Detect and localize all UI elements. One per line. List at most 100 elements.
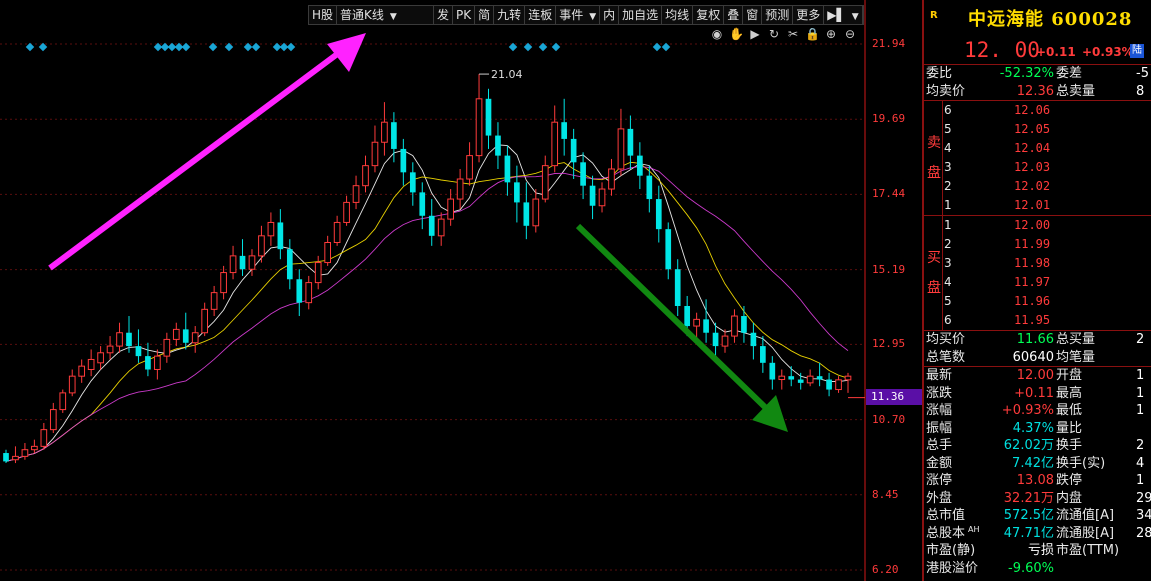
book-level-row[interactable]: 4 12.04: [924, 139, 1151, 158]
book-level-row[interactable]: 1 12.00: [924, 216, 1151, 235]
toolbar-button-11[interactable]: 复权: [693, 6, 725, 24]
kline-chart-area[interactable]: 21.04 H股 普通K线 ▼ 发 PK 简九转 连板 事件 ▼ 内加自选 均线 复权叠窗预测 更多 ▶▌…: [0, 0, 925, 581]
toolbar-button-14[interactable]: 预测: [762, 6, 794, 24]
toolbar-button-5[interactable]: 九转: [494, 6, 526, 24]
candle-body: [267, 221, 275, 237]
toolbar-button-13[interactable]: 窗: [743, 6, 763, 24]
book-level-row[interactable]: 6 12.06: [924, 101, 1151, 120]
toolbar-button-7[interactable]: 事件 ▼: [556, 6, 601, 24]
hand-icon[interactable]: ✋: [729, 27, 744, 41]
level-price: 11.97: [1014, 275, 1051, 289]
uptrend-arrow-icon: [48, 49, 342, 271]
level-price: 12.01: [1014, 198, 1051, 212]
order-summary-mid: 均买价 11.66 总买量 2 总笔数 60640 均笔量: [924, 331, 1151, 366]
book-level-row[interactable]: 5 11.96: [924, 292, 1151, 311]
book-level-row[interactable]: 1 12.01: [924, 196, 1151, 215]
book-level-row[interactable]: 5 12.05: [924, 120, 1151, 139]
quote-label: 总手: [926, 438, 953, 453]
event-marker-icon: [661, 42, 671, 52]
candle-body: [362, 165, 369, 187]
candle-body: [551, 121, 559, 167]
toolbar-button-3[interactable]: PK: [453, 6, 476, 24]
quote-value: 4: [1136, 455, 1145, 471]
toolbar-button-4[interactable]: 简: [475, 6, 495, 24]
zoom-out-icon[interactable]: ⊖: [843, 27, 857, 41]
candle-body: [627, 128, 634, 156]
quote-label: 外盘: [926, 490, 953, 506]
quote-label: 涨幅: [926, 403, 953, 418]
candlestick-chart[interactable]: 21.04: [0, 0, 922, 581]
lock-icon[interactable]: 🔒: [805, 27, 820, 41]
axis-tick-label: 6.20: [872, 563, 899, 576]
candle-body: [191, 332, 199, 344]
scissors-icon[interactable]: ✂: [786, 27, 800, 41]
connect-badge[interactable]: 陆: [1130, 44, 1144, 58]
toolbar-button-15[interactable]: 更多: [793, 6, 825, 24]
zoom-in-icon[interactable]: ⊕: [824, 27, 838, 41]
book-level-row[interactable]: 3 11.98: [924, 254, 1151, 273]
toolbar-button-6[interactable]: 连板: [525, 6, 557, 24]
level-number: 5: [944, 122, 952, 136]
candle-body: [126, 332, 132, 347]
candle-body: [286, 249, 293, 280]
candle-body: [409, 172, 416, 193]
book-level-row[interactable]: 4 11.97: [924, 273, 1151, 292]
candle-body: [806, 375, 814, 384]
quote-value: 60640: [1012, 349, 1054, 365]
candle-body: [495, 135, 501, 156]
level-price: 12.02: [1014, 179, 1051, 193]
toolbar-button-16[interactable]: ▶▌ ▼: [824, 6, 863, 24]
level-number: 3: [944, 160, 952, 174]
level-price: 11.98: [1014, 256, 1051, 270]
quote-value: +0.93%: [1001, 403, 1054, 418]
quote-label: 量比: [1056, 420, 1083, 436]
level-number: 4: [944, 275, 952, 289]
quote-label: 涨跌: [926, 385, 953, 401]
toolbar-button-1[interactable]: 普通K线 ▼: [337, 6, 435, 24]
level-price: 12.05: [1014, 122, 1051, 136]
candle-body: [78, 365, 86, 377]
eye-icon[interactable]: ◉: [710, 27, 724, 41]
cycle-icon[interactable]: ↻: [767, 27, 781, 41]
candle-body: [778, 375, 786, 381]
quote-row: 涨停 13.08 跌停 1: [924, 472, 1151, 490]
level-number: 6: [944, 103, 952, 117]
candle-body: [712, 332, 719, 347]
candle-body: [145, 356, 151, 370]
candle-body: [343, 201, 350, 223]
play-icon[interactable]: ▶: [748, 27, 762, 41]
quote-label: 市盈(静): [926, 543, 976, 558]
level-price: 11.96: [1014, 294, 1051, 308]
quote-row: 总手 62.02万 换手 2: [924, 437, 1151, 455]
axis-tick-label: 15.19: [872, 262, 906, 276]
candle-body: [182, 329, 189, 343]
toolbar-button-0[interactable]: H股: [309, 6, 338, 24]
stock-name[interactable]: 中远海能 600028: [968, 5, 1132, 31]
order-summary-top: 委比 -52.32% 委差 -5 均卖价 12.36 总卖量 8: [924, 65, 1151, 100]
book-level-row[interactable]: 2 11.99: [924, 235, 1151, 254]
price-pct: +0.93%: [1082, 45, 1134, 59]
toolbar-button-9[interactable]: 加自选: [619, 6, 663, 24]
book-level-row[interactable]: 2 12.02: [924, 177, 1151, 196]
candle-body: [400, 148, 407, 173]
toolbar-label: 预测: [765, 8, 790, 22]
toolbar-button-12[interactable]: 叠: [724, 6, 744, 24]
market-label: R: [930, 10, 938, 21]
toolbar-button-10[interactable]: 均线: [662, 6, 694, 24]
quote-value: 2: [1136, 332, 1145, 347]
candle-body: [608, 168, 615, 190]
quote-label: 最低: [1056, 403, 1083, 418]
candle-body: [3, 453, 9, 462]
level-number: 2: [944, 237, 952, 251]
toolbar-button-8[interactable]: 内: [600, 6, 620, 24]
book-level-row[interactable]: 3 12.03: [924, 158, 1151, 177]
candle-body: [788, 376, 795, 380]
candle-body: [248, 255, 256, 270]
event-marker-icon: [251, 42, 261, 52]
book-level-row[interactable]: 6 11.95: [924, 311, 1151, 330]
toolbar-button-2[interactable]: 发: [434, 6, 454, 24]
candle-body: [541, 165, 549, 200]
quote-label: 流通股[A]: [1056, 525, 1115, 541]
level-price: 12.03: [1014, 160, 1051, 174]
quote-value: 2: [1136, 438, 1145, 453]
